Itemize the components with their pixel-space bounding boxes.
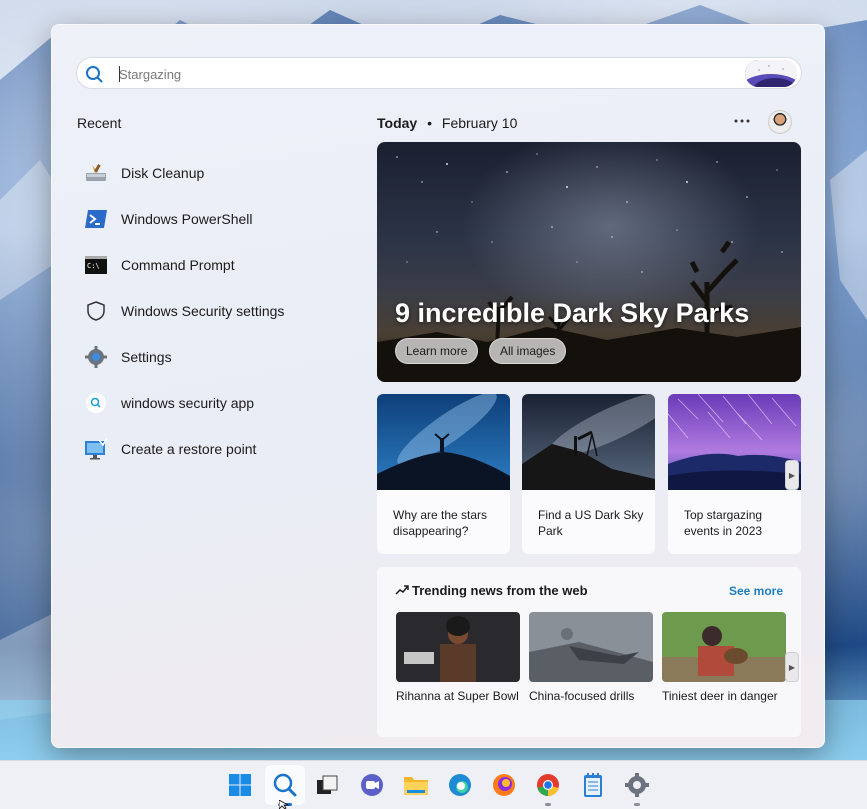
recent-item-label: Windows PowerShell <box>121 211 253 227</box>
shield-icon <box>84 299 108 323</box>
news-thumbnail <box>396 612 520 682</box>
svg-text:C:\: C:\ <box>87 262 100 270</box>
firefox-icon[interactable] <box>490 771 518 799</box>
chevron-right-icon: ▶ <box>788 662 796 672</box>
taskbar <box>0 760 867 809</box>
file-explorer-icon[interactable] <box>402 771 430 799</box>
card-stargazing-events[interactable]: Top stargazing events in 2023 <box>668 394 801 554</box>
recent-item-label: windows security app <box>121 395 255 411</box>
news-item-tiniest-deer[interactable]: Tiniest deer in danger <box>662 612 786 704</box>
system-restore-icon <box>84 437 108 461</box>
disk-cleanup-icon <box>84 161 108 185</box>
today-date: February 10 <box>441 115 518 131</box>
avatar[interactable] <box>768 110 792 134</box>
milky-way-image <box>377 394 510 490</box>
recent-item-label: Command Prompt <box>121 257 235 273</box>
search-icon <box>84 391 108 415</box>
search-highlight-image[interactable] <box>745 60 797 87</box>
settings-gear-icon[interactable] <box>623 771 651 799</box>
news-text: Tiniest deer in danger <box>662 689 778 703</box>
news-text: Rihanna at Super Bowl <box>396 689 519 703</box>
card-text: Top stargazing events in 2023 <box>684 508 763 538</box>
recent-item-command-prompt[interactable]: C:\ Command Prompt <box>84 242 354 288</box>
recent-item-disk-cleanup[interactable]: Disk Cleanup <box>84 150 354 196</box>
recent-item-settings[interactable]: Settings <box>84 334 354 380</box>
card-stars-disappearing[interactable]: Why are the stars disappearing? <box>377 394 510 554</box>
powershell-icon <box>84 207 108 231</box>
recent-item-label: Disk Cleanup <box>121 165 205 181</box>
search-icon[interactable] <box>271 771 299 799</box>
today-separator: • <box>427 115 432 131</box>
search-icon <box>86 66 103 83</box>
search-input[interactable] <box>119 64 719 84</box>
news-text: China-focused drills <box>529 689 635 703</box>
chevron-right-icon: ▶ <box>788 470 796 480</box>
recent-item-powershell[interactable]: Windows PowerShell <box>84 196 354 242</box>
all-images-button[interactable]: All images <box>489 338 567 364</box>
learn-more-button[interactable]: Learn more <box>395 338 479 364</box>
edge-icon[interactable] <box>446 771 474 799</box>
recent-item-label: Windows Security settings <box>121 303 285 319</box>
more-options-button[interactable] <box>732 111 752 131</box>
card-text: Find a US Dark Sky Park <box>538 508 644 538</box>
running-indicator <box>634 803 640 806</box>
recent-heading: Recent <box>77 115 122 131</box>
news-thumbnail <box>662 612 786 682</box>
star-trails-image <box>668 394 801 490</box>
mouse-cursor-icon <box>279 800 289 809</box>
trending-section: Trending news from the web See more Riha… <box>377 567 801 737</box>
more-icon <box>734 119 750 123</box>
cards-scroll-right-button[interactable]: ▶ <box>785 460 799 490</box>
recent-item-windows-security[interactable]: Windows Security settings <box>84 288 354 334</box>
news-item-china-drills[interactable]: China-focused drills <box>529 612 653 704</box>
chat-icon[interactable] <box>358 771 386 799</box>
trending-title: Trending news from the web <box>412 583 588 598</box>
card-text: Why are the stars disappearing? <box>393 508 488 538</box>
running-indicator <box>545 803 551 806</box>
recent-item-search-suggestion[interactable]: windows security app <box>84 380 354 426</box>
see-more-link[interactable]: See more <box>729 584 783 598</box>
news-thumbnail <box>529 612 653 682</box>
recent-list: Disk Cleanup Windows PowerShell C:\ Comm… <box>84 150 354 472</box>
search-bar[interactable] <box>76 57 802 89</box>
news-item-rihanna[interactable]: Rihanna at Super Bowl <box>396 612 520 704</box>
telescope-image <box>522 394 655 490</box>
hero-title: 9 incredible Dark Sky Parks <box>395 298 750 328</box>
notepad-icon[interactable] <box>579 771 607 799</box>
chrome-icon[interactable] <box>534 771 562 799</box>
card-dark-sky-park[interactable]: Find a US Dark Sky Park <box>522 394 655 554</box>
hero-card[interactable]: 9 incredible Dark Sky Parks Learn more A… <box>377 142 801 382</box>
today-label: Today <box>377 115 418 131</box>
news-scroll-right-button[interactable]: ▶ <box>785 652 799 682</box>
recent-item-label: Settings <box>121 349 172 365</box>
trending-heading: Trending news from the web <box>395 583 588 598</box>
windows-start-icon[interactable] <box>226 771 254 799</box>
gear-icon <box>84 345 108 369</box>
trending-arrow-icon <box>395 585 409 595</box>
today-heading: Today • February 10 <box>377 115 517 131</box>
command-prompt-icon: C:\ <box>84 253 108 277</box>
recent-item-restore-point[interactable]: Create a restore point <box>84 426 354 472</box>
recent-item-label: Create a restore point <box>121 441 257 457</box>
task-view-icon[interactable] <box>313 771 341 799</box>
search-panel: Recent Disk Cleanup Windows PowerShell C… <box>51 24 825 748</box>
text-caret <box>119 66 120 82</box>
